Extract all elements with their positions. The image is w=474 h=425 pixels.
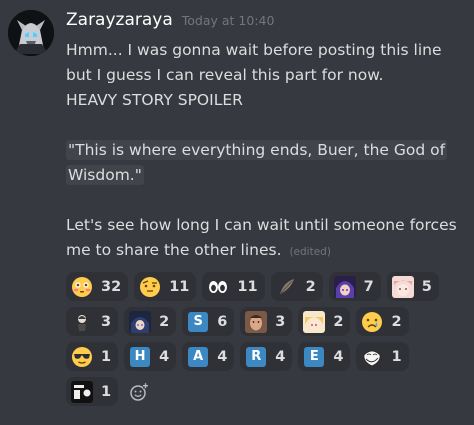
regional-indicator-e-icon: E — [303, 346, 325, 368]
regional-indicator-a-icon: A — [187, 346, 209, 368]
regional-indicator-s-icon: S — [187, 311, 209, 333]
reaction-custom-pink[interactable]: 5 — [386, 272, 439, 301]
raised-eyebrow-face-icon — [139, 276, 161, 298]
reaction-count: 1 — [101, 348, 112, 365]
message-content: Hmm... I was gonna wait before posting t… — [66, 38, 466, 265]
reaction-count: 3 — [275, 313, 286, 330]
custom-emoji-blue-character-icon — [129, 310, 152, 333]
reaction-custom-blue-character[interactable]: 2 — [124, 307, 177, 336]
custom-emoji-feather-icon — [275, 275, 298, 298]
custom-emoji-pink-character-icon — [391, 275, 414, 298]
reaction-count: 2 — [305, 278, 316, 295]
reaction-count: 6 — [217, 313, 228, 330]
custom-emoji-blonde-character-icon — [303, 310, 326, 333]
reaction-count: 1 — [391, 348, 402, 365]
reaction-count: 4 — [333, 348, 344, 365]
reaction-count: 32 — [101, 278, 122, 295]
sunglasses-face-icon — [71, 346, 93, 368]
reaction-count: 3 — [101, 313, 112, 330]
add-reaction-icon — [130, 382, 149, 401]
reaction-count: 11 — [237, 278, 258, 295]
reaction-count: 2 — [159, 313, 170, 330]
reaction-custom-feather[interactable]: 2 — [270, 272, 323, 301]
reaction-count: 2 — [391, 313, 402, 330]
reaction-count: 4 — [275, 348, 286, 365]
reaction-flushed[interactable]: 32 — [66, 272, 129, 301]
reaction-regional-r[interactable]: R 4 — [240, 342, 293, 371]
flushed-face-icon — [71, 276, 93, 298]
message-header: Zarayzaraya Today at 10:40 — [66, 10, 274, 36]
reaction-custom-small-character[interactable]: 3 — [66, 307, 119, 336]
username[interactable]: Zarayzaraya — [66, 10, 173, 30]
reaction-count: 2 — [333, 313, 344, 330]
crying-face-icon — [361, 311, 383, 333]
chat-message: Zarayzaraya Today at 10:40 Hmm... I was … — [0, 0, 474, 425]
reaction-custom-face-photo[interactable]: 3 — [240, 307, 293, 336]
reaction-crying[interactable]: 2 — [356, 307, 409, 336]
message-paragraph: Hmm... I was gonna wait before posting t… — [66, 41, 442, 84]
reaction-count: 11 — [169, 278, 190, 295]
eyes-icon — [207, 276, 229, 298]
edited-label: (edited) — [289, 246, 331, 258]
regional-indicator-r-icon: R — [245, 346, 267, 368]
reaction-custom-troll-face[interactable]: 1 — [356, 342, 409, 371]
reaction-count: 4 — [217, 348, 228, 365]
reaction-sunglasses[interactable]: 1 — [66, 342, 119, 371]
reaction-count: 7 — [363, 278, 374, 295]
reaction-regional-h[interactable]: H 4 — [124, 342, 177, 371]
spoiler-heading: HEAVY STORY SPOILER — [66, 91, 243, 109]
quote-spoiler[interactable]: "This is where everything ends, Buer, th… — [66, 140, 448, 185]
reaction-custom-meme[interactable]: 1 — [66, 377, 119, 406]
masked-character-icon — [8, 10, 54, 56]
add-reaction-button[interactable] — [124, 377, 154, 406]
custom-emoji-small-character-icon — [71, 310, 93, 333]
avatar[interactable] — [8, 10, 54, 56]
custom-emoji-meme-icon — [71, 380, 93, 403]
reaction-regional-e[interactable]: E 4 — [298, 342, 351, 371]
message-text: Let's see how long I can wait until some… — [66, 216, 457, 259]
reaction-regional-s[interactable]: S 6 — [182, 307, 235, 336]
reaction-custom-blonde-character[interactable]: 2 — [298, 307, 351, 336]
timestamp[interactable]: Today at 10:40 — [182, 13, 275, 28]
reaction-count: 1 — [101, 383, 112, 400]
reaction-eyes[interactable]: 11 — [202, 272, 265, 301]
custom-emoji-troll-face-icon — [361, 345, 384, 368]
custom-emoji-purple-character-icon — [333, 275, 356, 298]
regional-indicator-h-icon: H — [129, 346, 151, 368]
reaction-raised-eyebrow[interactable]: 11 — [134, 272, 197, 301]
reactions-bar: 32 11 11 2 7 5 3 2 S 6 3 2 2 1 H 4 A 4 R… — [66, 272, 470, 412]
message-paragraph-final: Let's see how long I can wait until some… — [66, 213, 466, 265]
reaction-regional-a[interactable]: A 4 — [182, 342, 235, 371]
reaction-count: 5 — [421, 278, 432, 295]
reaction-count: 4 — [159, 348, 170, 365]
reaction-custom-purple[interactable]: 7 — [328, 272, 381, 301]
custom-emoji-face-photo-icon — [245, 310, 268, 333]
